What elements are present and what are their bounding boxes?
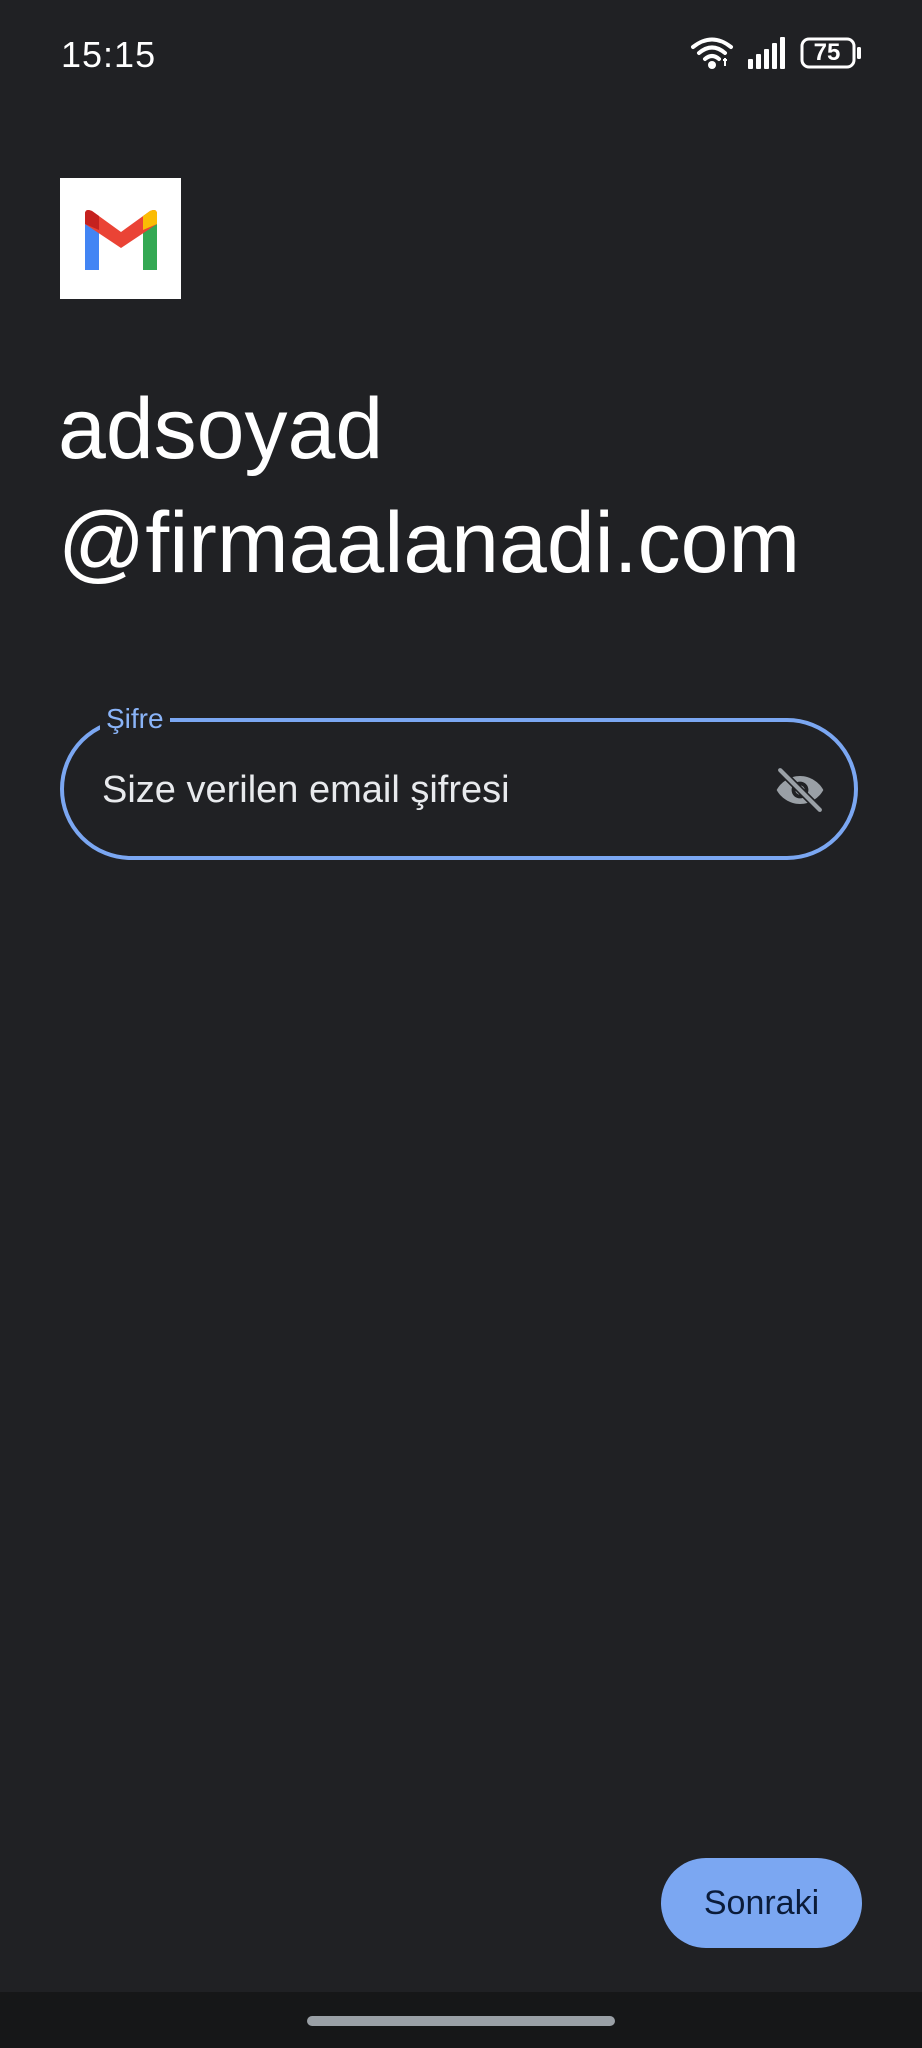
account-username: adsoyad [58,381,384,477]
gmail-m-icon [84,209,157,270]
account-domain: @firmaalanadi.com [58,495,801,591]
visibility-off-icon[interactable] [772,762,828,818]
password-input[interactable] [102,760,742,820]
battery-icon: 75 [800,37,862,69]
signal-icon [748,37,786,69]
navigation-bar [0,1992,922,2048]
gmail-logo [60,178,181,299]
battery-level: 75 [813,39,841,66]
status-icons: 75 [690,36,862,70]
home-gesture-handle[interactable] [307,2016,615,2026]
next-button[interactable]: Sonraki [661,1858,862,1948]
password-field-label: Şifre [100,701,170,737]
status-time: 15:15 [61,34,157,75]
password-field[interactable]: Şifre [60,701,858,860]
wifi-icon [690,36,734,70]
account-email-title: adsoyad @firmaalanadi.com [58,372,878,600]
status-bar: 15:15 75 [0,0,922,118]
